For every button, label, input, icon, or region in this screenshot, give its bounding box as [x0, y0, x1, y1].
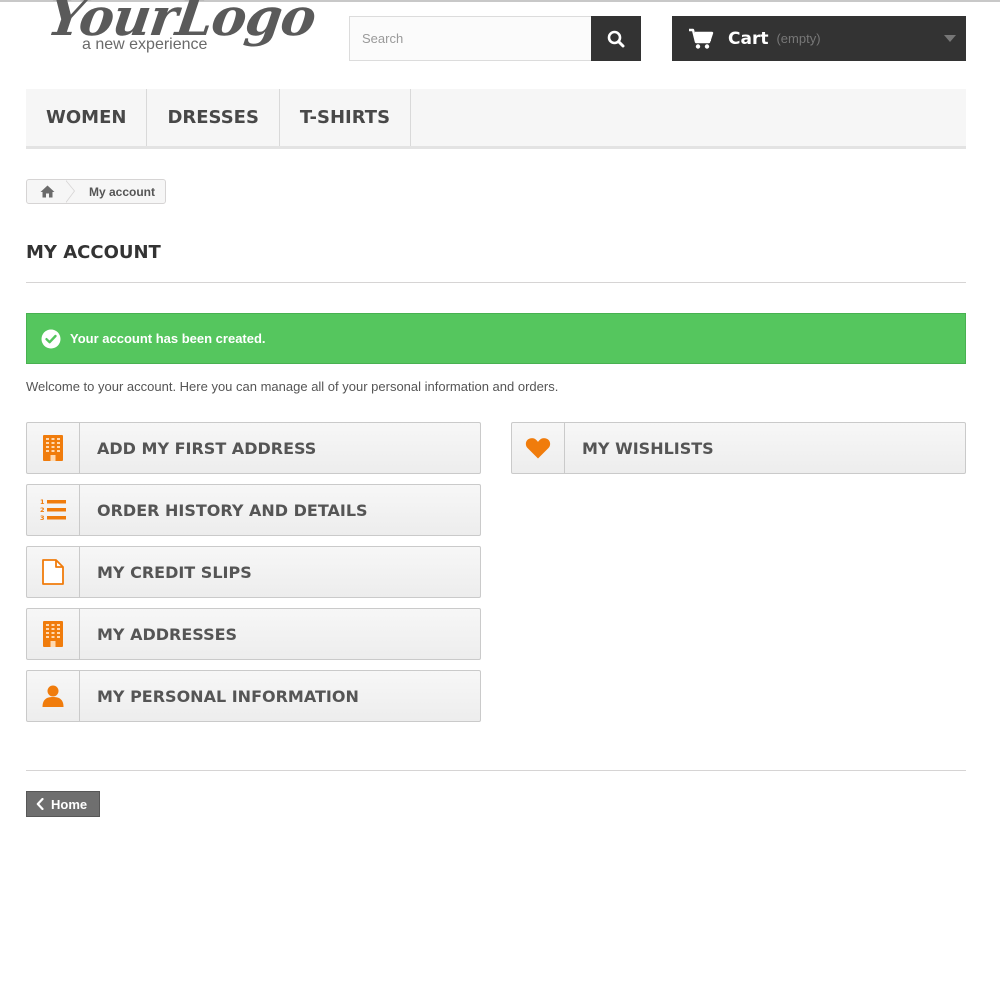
svg-text:1: 1: [40, 498, 45, 506]
search-bar: [349, 16, 641, 61]
cart-icon: [689, 28, 714, 49]
logo-tagline: a new experience: [82, 36, 208, 53]
icon-cell: [27, 671, 80, 721]
search-input[interactable]: [350, 17, 602, 60]
divider: [26, 770, 966, 771]
order-history-button[interactable]: 1 2 3 ORDER HISTORY AND DETAILS: [26, 484, 481, 536]
home-icon: [40, 185, 54, 198]
nav-item-women[interactable]: WOMEN: [26, 89, 148, 146]
search-button[interactable]: [591, 16, 641, 61]
credit-slips-button[interactable]: MY CREDIT SLIPS: [26, 546, 481, 598]
my-wishlists-button[interactable]: MY WISHLISTS: [511, 422, 966, 474]
icon-cell: [512, 423, 565, 473]
welcome-text: Welcome to your account. Here you can ma…: [26, 379, 559, 394]
breadcrumb: My account: [26, 179, 166, 204]
building-icon: [43, 621, 63, 647]
breadcrumb-current: My account: [89, 184, 156, 199]
button-label: MY CREDIT SLIPS: [97, 562, 252, 582]
add-first-address-button[interactable]: ADD MY FIRST ADDRESS: [26, 422, 481, 474]
icon-cell: [27, 547, 80, 597]
cart-status: (empty): [776, 31, 821, 46]
success-alert: Your account has been created.: [26, 313, 966, 364]
my-addresses-button[interactable]: MY ADDRESSES: [26, 608, 481, 660]
ordered-list-icon: 1 2 3: [40, 498, 66, 522]
personal-information-button[interactable]: MY PERSONAL INFORMATION: [26, 670, 481, 722]
button-label: MY WISHLISTS: [582, 438, 714, 458]
site-logo[interactable]: YourLogo a new experience: [44, 0, 319, 58]
svg-text:3: 3: [40, 514, 45, 522]
file-icon: [42, 559, 64, 585]
user-icon: [42, 685, 64, 707]
chevron-down-icon[interactable]: [944, 35, 956, 42]
button-label: MY ADDRESSES: [97, 624, 238, 644]
main-menu: WOMEN DRESSES T-SHIRTS: [26, 89, 966, 149]
breadcrumb-separator: [65, 180, 75, 203]
nav-item-tshirts[interactable]: T-SHIRTS: [280, 89, 412, 146]
icon-cell: [27, 423, 80, 473]
icon-cell: [27, 609, 80, 659]
button-label: ADD MY FIRST ADDRESS: [97, 438, 317, 458]
page-title: MY ACCOUNT: [26, 242, 966, 283]
home-button-label: Home: [51, 796, 88, 812]
breadcrumb-home[interactable]: [27, 180, 67, 203]
cart-label: Cart: [728, 28, 769, 49]
button-label: ORDER HISTORY AND DETAILS: [97, 500, 368, 520]
search-icon: [607, 30, 625, 47]
icon-cell: 1 2 3: [27, 485, 80, 535]
button-label: MY PERSONAL INFORMATION: [97, 686, 359, 706]
heart-icon: [525, 438, 551, 459]
cart-button[interactable]: Cart (empty): [672, 16, 966, 61]
building-icon: [43, 435, 63, 461]
home-button[interactable]: Home: [26, 791, 100, 817]
svg-text:2: 2: [40, 506, 45, 514]
chevron-left-icon: [36, 798, 44, 810]
alert-message: Your account has been created.: [70, 331, 266, 346]
nav-item-dresses[interactable]: DRESSES: [147, 89, 280, 146]
check-circle-icon: [41, 329, 61, 348]
